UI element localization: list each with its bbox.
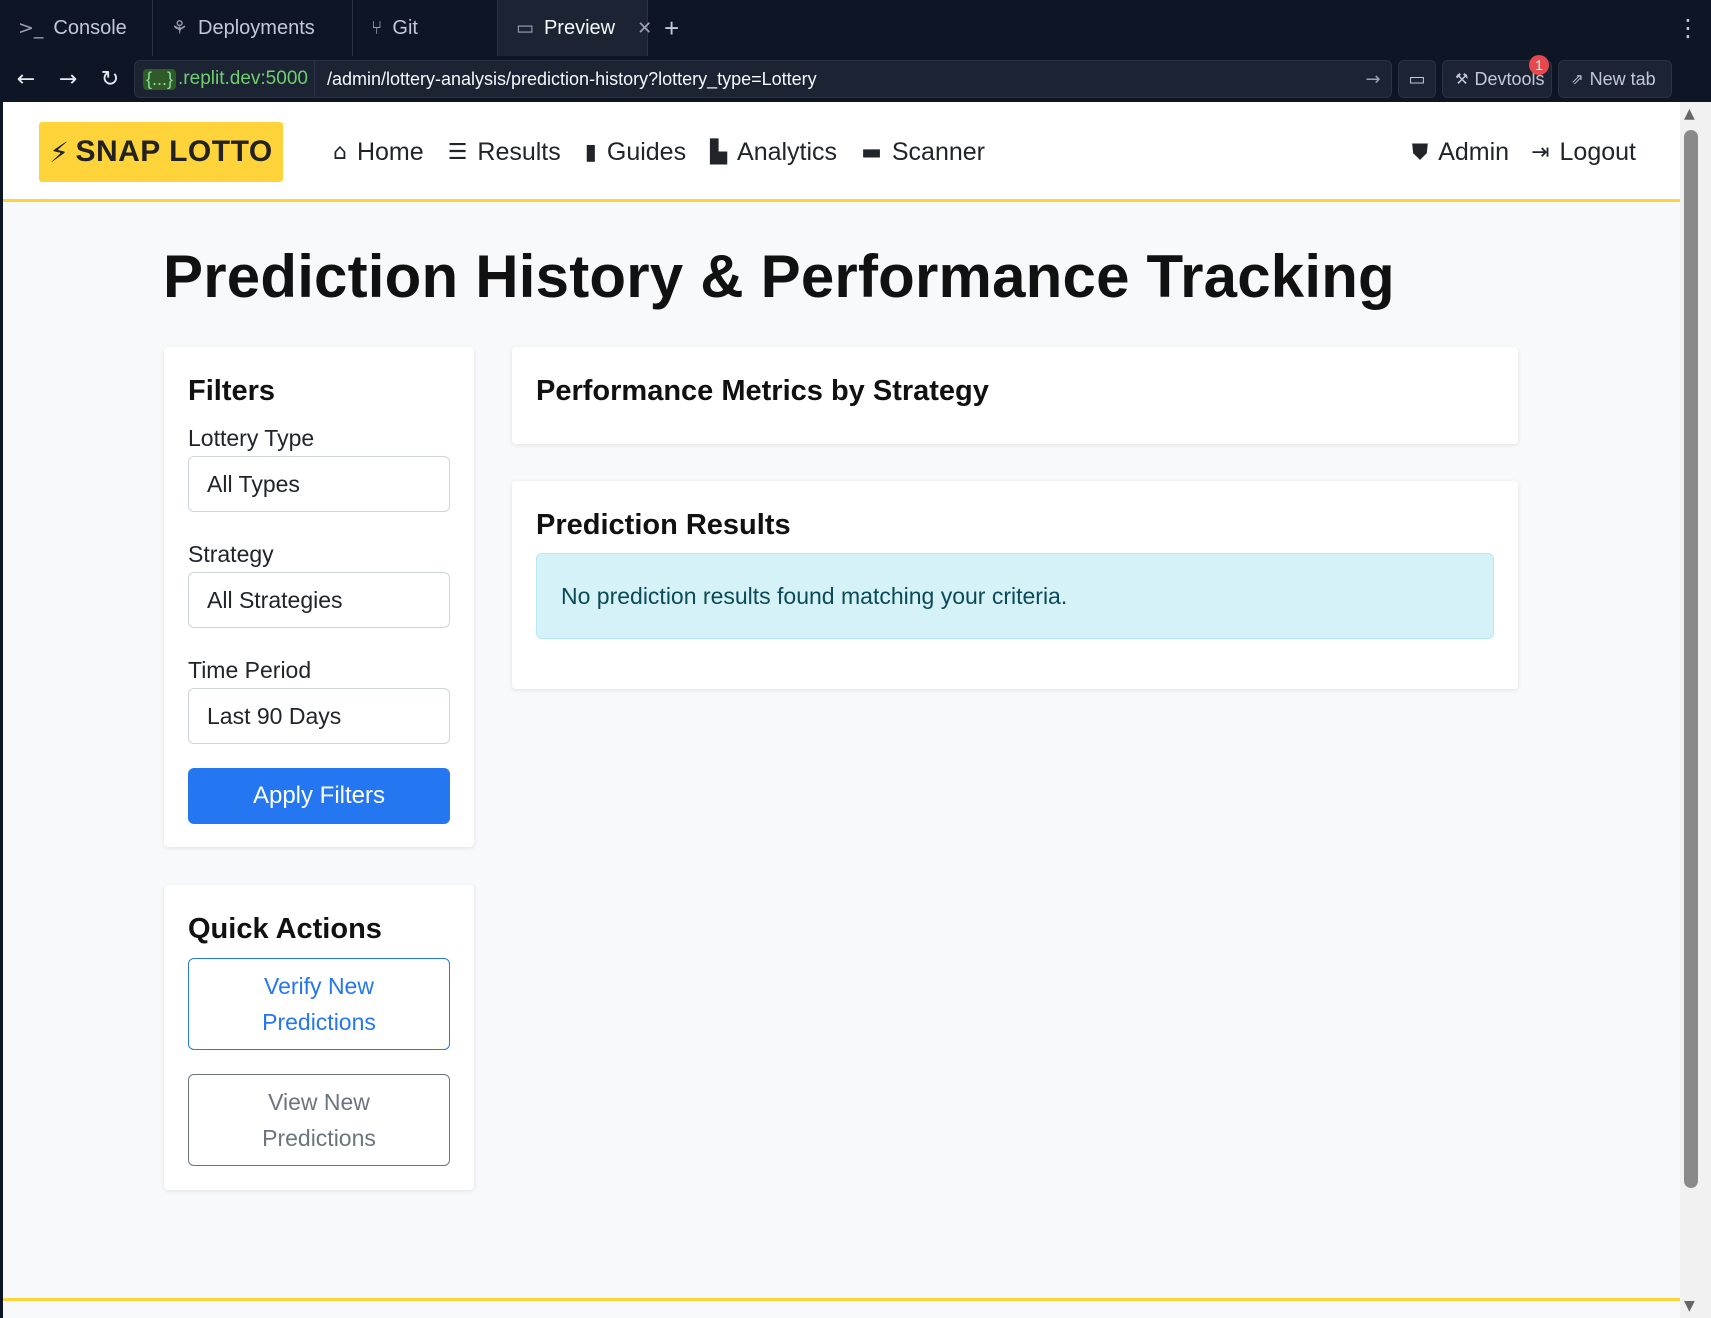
url-field[interactable]: {...} .replit.dev:5000 /admin/lottery-an… <box>134 60 1392 98</box>
prediction-results-heading: Prediction Results <box>536 509 791 541</box>
nav-label: Scanner <box>891 137 985 166</box>
url-host-text: .replit.dev:5000 <box>178 68 308 89</box>
site-navbar: ⚡ SNAP LOTTO ⌂ Home ☰ Results ▮ Guides ▙… <box>3 102 1680 202</box>
performance-metrics-heading: Performance Metrics by Strategy <box>536 375 989 407</box>
nav-label: Results <box>477 137 561 166</box>
user-nav: ⛊ Admin ⇥ Logout <box>1412 102 1636 202</box>
monitor-icon: ▭ <box>1408 68 1426 90</box>
list-icon: ☰ <box>447 139 468 165</box>
nav-scanner[interactable]: ▬ Scanner <box>861 138 985 167</box>
monitor-icon: ▭ <box>516 17 534 39</box>
tab-deployments[interactable]: ⚘ Deployments <box>153 0 353 56</box>
nav-label: Home <box>356 137 424 166</box>
performance-metrics-card: Performance Metrics by Strategy <box>512 347 1518 444</box>
page-title: Prediction History & Performance Trackin… <box>163 243 1395 310</box>
nav-analytics[interactable]: ▙ Analytics <box>710 138 837 167</box>
filters-card: Filters Lottery Type All Types Strategy … <box>164 347 474 847</box>
tab-label: Deployments <box>198 16 315 39</box>
brand-text: SNAP LOTTO <box>75 135 273 168</box>
nav-results[interactable]: ☰ Results <box>448 138 561 167</box>
device-preview-button[interactable]: ▭ <box>1398 60 1436 98</box>
footer-divider <box>3 1298 1680 1301</box>
reload-icon[interactable]: ↻ <box>92 61 128 97</box>
nav-label: Guides <box>606 137 687 166</box>
quick-actions-card: Quick Actions Verify New Predictions Vie… <box>164 885 474 1190</box>
address-bar: ← → ↻ {...} .replit.dev:5000 /admin/lott… <box>0 55 1711 102</box>
book-icon: ▮ <box>584 139 597 165</box>
nav-admin[interactable]: ⛊ Admin <box>1412 138 1509 167</box>
new-tab-label: New tab <box>1589 68 1656 89</box>
tab-label: Git <box>392 16 418 39</box>
go-arrow-icon[interactable]: → <box>1355 69 1391 90</box>
page-viewport: ⚡ SNAP LOTTO ⌂ Home ☰ Results ▮ Guides ▙… <box>3 102 1680 1318</box>
time-period-label: Time Period <box>188 657 312 683</box>
strategy-select[interactable]: All Strategies <box>188 572 450 628</box>
deploy-icon: ⚘ <box>171 17 189 39</box>
url-braces: {...} <box>143 68 177 90</box>
scroll-up-icon[interactable]: ▲ <box>1684 106 1695 122</box>
nav-logout[interactable]: ⇥ Logout <box>1531 138 1636 167</box>
strategy-label: Strategy <box>188 541 274 567</box>
lottery-type-label: Lottery Type <box>188 425 315 451</box>
new-tab-button[interactable]: + <box>648 0 695 56</box>
open-new-tab-button[interactable]: ⇗ New tab <box>1558 60 1672 98</box>
wrench-icon: ⚒ <box>1455 70 1469 88</box>
logout-icon: ⇥ <box>1531 139 1550 165</box>
git-icon: ⑂ <box>371 17 383 39</box>
quick-actions-heading: Quick Actions <box>188 913 382 945</box>
brand-logo[interactable]: ⚡ SNAP LOTTO <box>39 122 283 182</box>
forward-icon[interactable]: → <box>50 61 86 97</box>
apply-filters-button[interactable]: Apply Filters <box>188 768 450 824</box>
nav-label: Logout <box>1559 137 1636 166</box>
tab-git[interactable]: ⑂ Git <box>353 0 498 56</box>
nav-label: Analytics <box>737 137 838 166</box>
view-predictions-button[interactable]: View New Predictions <box>188 1074 450 1166</box>
nav-home[interactable]: ⌂ Home <box>333 138 424 167</box>
tab-label: Console <box>53 16 127 39</box>
nav-guides[interactable]: ▮ Guides <box>585 138 686 167</box>
tab-console[interactable]: >_ Console <box>0 0 153 56</box>
tab-preview[interactable]: ▭ Preview ✕ <box>498 0 652 56</box>
scroll-down-icon[interactable]: ▼ <box>1684 1298 1695 1314</box>
main-nav: ⌂ Home ☰ Results ▮ Guides ▙ Analytics ▬ … <box>333 102 985 202</box>
chart-icon: ▙ <box>710 139 728 165</box>
time-period-select[interactable]: Last 90 Days <box>188 688 450 744</box>
url-host: {...} .replit.dev:5000 <box>135 61 315 97</box>
filters-heading: Filters <box>188 375 276 407</box>
terminal-icon: >_ <box>18 17 44 39</box>
plus-icon: + <box>664 12 680 43</box>
more-menu-icon[interactable]: ⋮ <box>1665 0 1711 56</box>
lottery-type-select[interactable]: All Types <box>188 456 450 512</box>
verify-predictions-button[interactable]: Verify New Predictions <box>188 958 450 1050</box>
browser-tab-bar: >_ Console ⚘ Deployments ⑂ Git ▭ Preview… <box>0 0 1711 56</box>
url-path[interactable]: /admin/lottery-analysis/prediction-histo… <box>315 69 1355 90</box>
nav-label: Admin <box>1438 137 1510 166</box>
page-scrollbar[interactable]: ▲ ▼ <box>1680 102 1711 1318</box>
devtools-badge: 1 <box>1529 55 1549 75</box>
no-results-alert: No prediction results found matching you… <box>536 553 1494 639</box>
bolt-icon: ⚡ <box>49 135 70 169</box>
prediction-results-card: Prediction Results No prediction results… <box>512 481 1518 689</box>
devtools-button[interactable]: ⚒ Devtools 1 <box>1442 55 1552 98</box>
home-icon: ⌂ <box>333 139 347 165</box>
back-icon[interactable]: ← <box>8 61 44 97</box>
scrollbar-thumb[interactable] <box>1684 130 1698 1188</box>
shield-icon: ⛊ <box>1411 139 1429 165</box>
external-link-icon: ⇗ <box>1571 70 1584 88</box>
ticket-icon: ▬ <box>861 139 882 165</box>
tab-label: Preview <box>543 16 616 39</box>
